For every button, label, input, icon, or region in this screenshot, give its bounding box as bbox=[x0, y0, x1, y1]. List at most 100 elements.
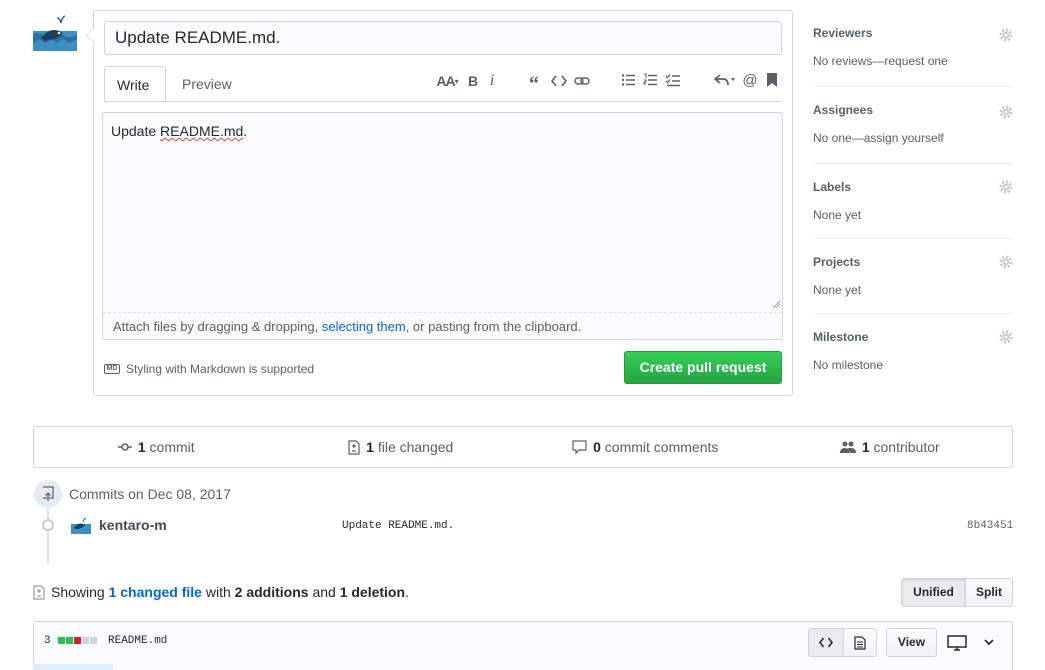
assignees-gear-icon[interactable] bbox=[998, 104, 1014, 120]
contributors-label: contributor bbox=[873, 439, 940, 455]
pr-stats-bar: 1 commit 1 file changed 0 commit comment… bbox=[33, 426, 1013, 468]
file-icon bbox=[854, 636, 866, 650]
tab-write[interactable]: Write bbox=[104, 66, 166, 102]
body-text-suffix: . bbox=[243, 123, 248, 139]
unordered-list-icon[interactable] bbox=[621, 73, 636, 87]
pr-body-text: Update README.md. bbox=[111, 123, 247, 139]
rich-diff-button[interactable] bbox=[843, 628, 877, 657]
stat-contributors[interactable]: 1 contributor bbox=[768, 427, 1013, 467]
changed-files-link[interactable]: 1 changed file bbox=[109, 584, 202, 600]
tab-preview[interactable]: Preview bbox=[170, 66, 244, 102]
stat-files-changed[interactable]: 1 file changed bbox=[279, 427, 524, 467]
pr-body-textarea[interactable] bbox=[102, 112, 783, 340]
commit-author[interactable]: kentaro-m bbox=[99, 517, 167, 533]
sidebar-reviewers-value: No reviews—request one bbox=[813, 54, 948, 68]
stat-comments: 0 commit comments bbox=[523, 427, 768, 467]
commit-dot-icon bbox=[42, 519, 54, 531]
comment-icon bbox=[572, 440, 587, 454]
diffstat-blocks bbox=[58, 637, 97, 644]
sidebar-divider bbox=[813, 238, 1013, 239]
resize-handle[interactable] bbox=[772, 300, 781, 309]
timeline-line bbox=[47, 508, 49, 564]
git-commit-icon bbox=[117, 443, 132, 451]
sidebar-milestone-value: No milestone bbox=[813, 358, 884, 372]
diff-summary-text: Showing 1 changed file with 2 additions … bbox=[51, 584, 409, 600]
heading-tool[interactable]: AA▾ bbox=[432, 71, 462, 91]
markdown-note[interactable]: MD Styling with Markdown is supported bbox=[104, 362, 314, 376]
sidebar-divider bbox=[813, 313, 1013, 314]
user-avatar[interactable] bbox=[33, 13, 77, 51]
commit-sha[interactable]: 8b43451 bbox=[967, 520, 1013, 532]
summary-period: . bbox=[405, 584, 409, 600]
sidebar-projects-value: None yet bbox=[813, 283, 862, 297]
chevron-down-icon[interactable] bbox=[982, 635, 996, 649]
diffstat-deleted-block bbox=[74, 637, 81, 644]
files-label: file changed bbox=[377, 439, 454, 455]
ordered-list-icon[interactable] bbox=[643, 73, 658, 87]
sidebar-milestone[interactable]: Milestone No milestone bbox=[813, 330, 1013, 372]
additions-count: 2 additions bbox=[234, 584, 309, 600]
files-count: 1 bbox=[366, 439, 374, 455]
repo-push-icon bbox=[43, 486, 54, 501]
pr-title-input[interactable] bbox=[104, 21, 782, 55]
file-diff-icon bbox=[33, 584, 45, 600]
select-files-link[interactable]: selecting them bbox=[322, 319, 406, 334]
body-text-prefix: Update bbox=[111, 123, 161, 139]
file-name[interactable]: README.md bbox=[108, 635, 167, 647]
projects-gear-icon[interactable] bbox=[998, 254, 1014, 270]
diffstat-neutral-block bbox=[82, 637, 89, 644]
sidebar-labels-value: None yet bbox=[813, 208, 862, 222]
reviewers-gear-icon[interactable] bbox=[998, 27, 1014, 43]
sidebar-assignees[interactable]: Assignees No one—assign yourself bbox=[813, 103, 1013, 145]
sidebar-projects[interactable]: Projects None yet bbox=[813, 255, 1013, 297]
markdown-note-text: Styling with Markdown is supported bbox=[126, 362, 315, 376]
task-list-icon[interactable] bbox=[665, 73, 681, 87]
tabs-divider bbox=[104, 101, 782, 102]
split-view-button[interactable]: Split bbox=[965, 578, 1013, 607]
quote-icon[interactable]: “ bbox=[526, 71, 542, 95]
mention-icon[interactable]: @ bbox=[741, 71, 759, 91]
people-icon bbox=[839, 441, 856, 453]
labels-gear-icon[interactable] bbox=[998, 179, 1014, 195]
code-icon bbox=[818, 637, 834, 648]
attach-prefix: Attach files by dragging & dropping, bbox=[113, 319, 322, 334]
commit-author-avatar[interactable] bbox=[71, 517, 91, 534]
commits-count: 1 bbox=[137, 439, 146, 455]
sidebar-milestone-title: Milestone bbox=[813, 330, 869, 344]
create-pull-request-button[interactable]: Create pull request bbox=[624, 351, 782, 384]
milestone-gear-icon[interactable] bbox=[998, 329, 1014, 345]
view-file-button[interactable]: View bbox=[886, 628, 937, 657]
markdown-icon: MD bbox=[104, 364, 120, 374]
sidebar-labels[interactable]: Labels None yet bbox=[813, 180, 1013, 222]
stat-commits[interactable]: 1 commit bbox=[34, 427, 279, 467]
with-label: with bbox=[205, 584, 231, 600]
heading-label: AA bbox=[436, 73, 455, 89]
reply-icon[interactable] bbox=[714, 73, 736, 87]
unified-view-button[interactable]: Unified bbox=[901, 578, 966, 607]
diff-summary: Showing 1 changed file with 2 additions … bbox=[33, 584, 409, 600]
diffstat-added-block bbox=[58, 637, 65, 644]
bookmark-icon[interactable] bbox=[766, 72, 778, 88]
commit-message[interactable]: Update README.md. bbox=[342, 520, 454, 532]
attach-suffix: , or pasting from the clipboard. bbox=[405, 319, 582, 334]
sidebar-reviewers[interactable]: Reviewers No reviews—request one bbox=[813, 26, 1013, 68]
file-diff-icon bbox=[348, 439, 360, 455]
italic-tool[interactable]: i bbox=[486, 71, 498, 91]
source-diff-button[interactable] bbox=[808, 628, 844, 657]
commits-label: commit bbox=[149, 439, 195, 455]
contributors-count: 1 bbox=[861, 439, 870, 455]
sidebar-assignees-title: Assignees bbox=[813, 103, 874, 117]
diffstat-neutral-block bbox=[90, 637, 97, 644]
code-icon[interactable] bbox=[551, 74, 567, 88]
sidebar-divider bbox=[813, 163, 1013, 164]
attach-divider bbox=[103, 312, 782, 313]
sidebar-projects-title: Projects bbox=[813, 255, 861, 269]
sidebar-reviewers-title: Reviewers bbox=[813, 26, 873, 40]
bold-tool[interactable]: B bbox=[466, 71, 480, 91]
diffstat-added-block bbox=[66, 637, 73, 644]
heading-caret-icon: ▾ bbox=[454, 77, 459, 86]
desktop-icon[interactable] bbox=[946, 634, 968, 652]
comments-count: 0 bbox=[593, 439, 601, 455]
diff-hunk-strip bbox=[33, 664, 113, 670]
link-icon[interactable] bbox=[574, 74, 590, 88]
